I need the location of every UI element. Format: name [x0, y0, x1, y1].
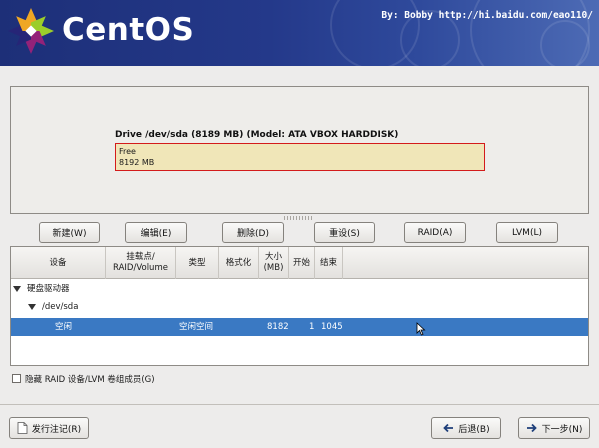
footer-divider — [0, 404, 599, 405]
start-cell: 1 — [309, 322, 315, 332]
header-banner: CentOS By: Bobby http://hi.baidu.com/eao… — [0, 0, 599, 66]
pane-resize-handle[interactable] — [284, 216, 314, 220]
credit-text: By: Bobby http://hi.baidu.com/eao110/ — [381, 10, 593, 21]
centos-logo-icon — [8, 8, 54, 54]
banner-swirl — [540, 20, 590, 66]
table-row[interactable]: /dev/sda — [11, 298, 588, 316]
device-cell: 空闲 — [55, 322, 73, 332]
size-cell: 8182 — [267, 322, 289, 332]
arrow-left-icon — [443, 423, 454, 433]
new-button[interactable]: 新建(W) — [39, 222, 100, 243]
reset-button[interactable]: 重设(S) — [314, 222, 375, 243]
brand-name: CentOS — [62, 12, 195, 48]
free-size: 8192 MB — [119, 158, 155, 167]
column-end[interactable]: 结束 — [315, 247, 343, 279]
free-label: Free — [119, 147, 136, 156]
edit-button[interactable]: 编辑(E) — [125, 222, 187, 243]
back-button[interactable]: 后退(B) — [431, 417, 501, 439]
next-button[interactable]: 下一步(N) — [518, 417, 590, 439]
drive-title: Drive /dev/sda (8189 MB) (Model: ATA VBO… — [115, 130, 399, 140]
back-label: 后退(B) — [458, 424, 490, 435]
drive-panel: Drive /dev/sda (8189 MB) (Model: ATA VBO… — [10, 86, 589, 214]
document-icon — [17, 422, 28, 434]
device-cell: /dev/sda — [42, 302, 79, 312]
column-type[interactable]: 类型 — [176, 247, 219, 279]
mouse-cursor-icon — [416, 322, 426, 336]
lvm-button[interactable]: LVM(L) — [496, 222, 558, 243]
hide-raid-lvm-label[interactable]: 隐藏 RAID 设备/LVM 卷组成员(G) — [25, 373, 155, 385]
device-cell: 硬盘驱动器 — [27, 284, 70, 294]
free-space-block[interactable]: Free 8192 MB — [115, 143, 485, 171]
end-cell: 1045 — [321, 322, 343, 332]
column-mount[interactable]: 挂载点/ RAID/Volume — [106, 247, 176, 279]
table-row[interactable]: 硬盘驱动器 — [11, 280, 588, 298]
type-cell: 空闲空间 — [179, 322, 214, 332]
table-header: 设备 挂载点/ RAID/Volume 类型 格式化 大小 (MB) 开始 结束 — [11, 247, 588, 279]
column-format[interactable]: 格式化 — [219, 247, 259, 279]
table-row-selected[interactable]: 空闲 空闲空间 8182 1 1045 — [11, 318, 588, 336]
arrow-right-icon — [526, 423, 537, 433]
release-notes-button[interactable]: 发行注记(R) — [9, 417, 89, 439]
expander-down-icon[interactable] — [13, 286, 21, 292]
column-start[interactable]: 开始 — [289, 247, 315, 279]
column-device[interactable]: 设备 — [11, 247, 106, 279]
release-notes-label: 发行注记(R) — [31, 424, 82, 435]
column-size[interactable]: 大小 (MB) — [259, 247, 289, 279]
expander-down-icon[interactable] — [28, 304, 36, 310]
partition-table[interactable]: 设备 挂载点/ RAID/Volume 类型 格式化 大小 (MB) 开始 结束… — [10, 246, 589, 366]
hide-raid-lvm-checkbox[interactable] — [12, 374, 21, 383]
next-label: 下一步(N) — [541, 424, 583, 435]
raid-button[interactable]: RAID(A) — [404, 222, 466, 243]
delete-button[interactable]: 删除(D) — [222, 222, 284, 243]
